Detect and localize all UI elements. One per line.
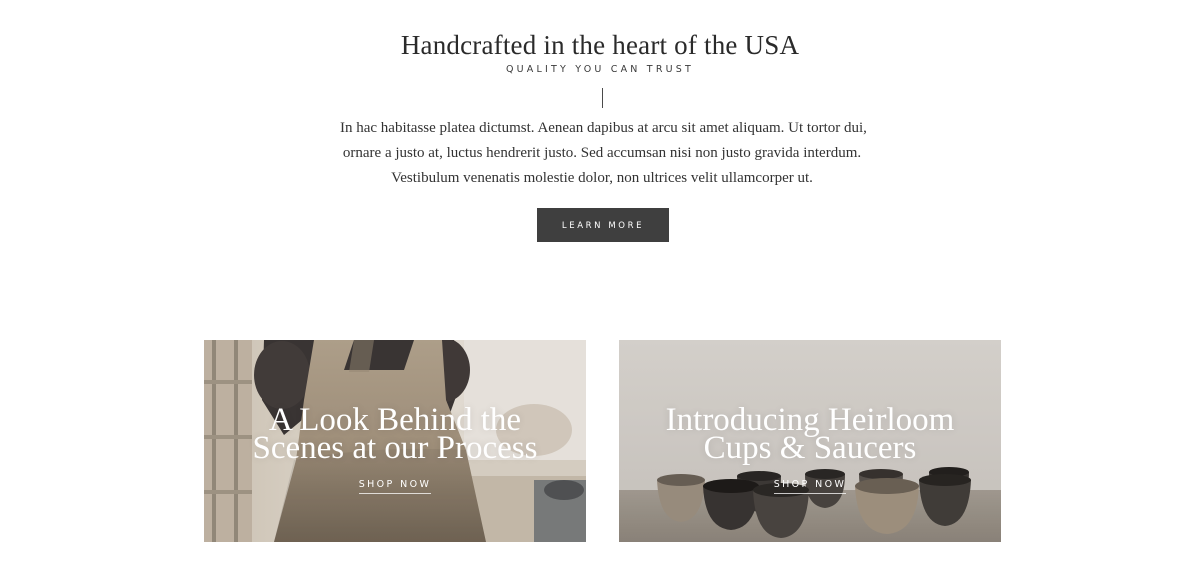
card-title-line: Cups & Saucers (703, 430, 917, 466)
intro-paragraph: In hac habitasse platea dictumst. Aenean… (340, 116, 867, 191)
heirloom-cups-feature-card[interactable]: Introducing Heirloom Cups & Saucers SHOP… (619, 340, 1001, 542)
vertical-divider (602, 88, 603, 108)
shop-now-label: SHOP NOW (358, 479, 432, 494)
shop-now-label: SHOP NOW (773, 479, 847, 494)
tagline: QUALITY YOU CAN TRUST (505, 64, 695, 75)
intro-paragraph-line: Vestibulum venenatis molestie dolor, non… (391, 170, 813, 186)
intro-paragraph-line: ornare a justo at, luctus hendrerit just… (342, 145, 862, 161)
shop-now-link[interactable]: SHOP NOW (204, 479, 586, 494)
learn-more-button[interactable]: LEARN MORE (537, 208, 669, 242)
shop-now-link[interactable]: SHOP NOW (619, 479, 1001, 494)
card-title: A Look Behind the Scenes at our Process (204, 404, 586, 466)
intro-paragraph-line: In hac habitasse platea dictumst. Aenean… (340, 120, 867, 136)
card-title: Introducing Heirloom Cups & Saucers (619, 404, 1001, 466)
process-feature-card[interactable]: A Look Behind the Scenes at our Process … (204, 340, 586, 542)
card-title-line: Scenes at our Process (252, 430, 538, 466)
page-headline: Handcrafted in the heart of the USA (400, 30, 800, 60)
